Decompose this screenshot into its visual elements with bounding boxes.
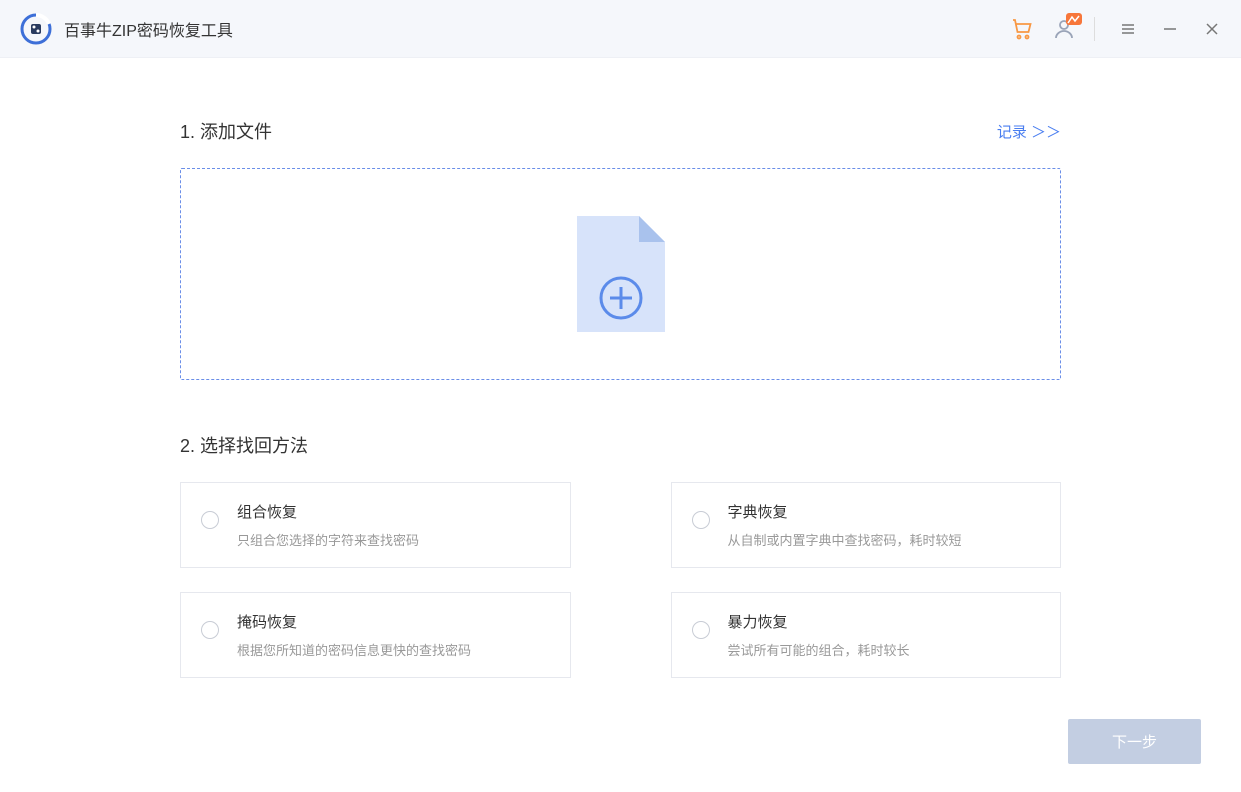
app-logo-icon (20, 13, 52, 45)
method-desc: 根据您所知道的密码信息更快的查找密码 (237, 640, 550, 659)
titlebar-actions (1010, 17, 1221, 41)
method-title: 暴力恢复 (728, 611, 1041, 632)
radio-icon (201, 621, 219, 639)
close-icon[interactable] (1203, 20, 1221, 38)
radio-icon (201, 511, 219, 529)
section2: 2. 选择找回方法 组合恢复 只组合您选择的字符来查找密码 字典恢复 从自制或内… (180, 432, 1061, 678)
radio-icon (692, 511, 710, 529)
method-title: 字典恢复 (728, 501, 1041, 522)
main-content: 1. 添加文件 记录 ＞＞ 2. 选择找回方法 组合恢复 只组合您选择的字符来查… (0, 58, 1241, 678)
minimize-icon[interactable] (1161, 20, 1179, 38)
file-dropzone[interactable] (180, 168, 1061, 380)
section1-title: 1. 添加文件 (180, 118, 272, 144)
next-button[interactable]: 下一步 (1068, 719, 1201, 764)
method-bruteforce[interactable]: 暴力恢复 尝试所有可能的组合，耗时较长 (671, 592, 1062, 678)
app-title: 百事牛ZIP密码恢复工具 (64, 17, 1010, 41)
method-desc: 从自制或内置字典中查找密码，耗时较短 (728, 530, 1041, 549)
section2-title: 2. 选择找回方法 (180, 432, 1061, 458)
method-mask[interactable]: 掩码恢复 根据您所知道的密码信息更快的查找密码 (180, 592, 571, 678)
user-badge-icon (1066, 13, 1082, 25)
cart-icon[interactable] (1010, 17, 1034, 41)
radio-icon (692, 621, 710, 639)
method-title: 掩码恢复 (237, 611, 550, 632)
history-link[interactable]: 记录 ＞＞ (997, 121, 1061, 142)
titlebar: 百事牛ZIP密码恢复工具 (0, 0, 1241, 58)
footer: 下一步 (1068, 719, 1201, 764)
menu-icon[interactable] (1119, 20, 1137, 38)
user-icon[interactable] (1052, 17, 1076, 41)
method-dictionary[interactable]: 字典恢复 从自制或内置字典中查找密码，耗时较短 (671, 482, 1062, 568)
file-add-icon (573, 212, 669, 336)
method-desc: 尝试所有可能的组合，耗时较长 (728, 640, 1041, 659)
method-desc: 只组合您选择的字符来查找密码 (237, 530, 550, 549)
method-combination[interactable]: 组合恢复 只组合您选择的字符来查找密码 (180, 482, 571, 568)
methods-grid: 组合恢复 只组合您选择的字符来查找密码 字典恢复 从自制或内置字典中查找密码，耗… (180, 482, 1061, 678)
section1-header: 1. 添加文件 记录 ＞＞ (180, 118, 1061, 144)
method-title: 组合恢复 (237, 501, 550, 522)
divider (1094, 17, 1095, 41)
